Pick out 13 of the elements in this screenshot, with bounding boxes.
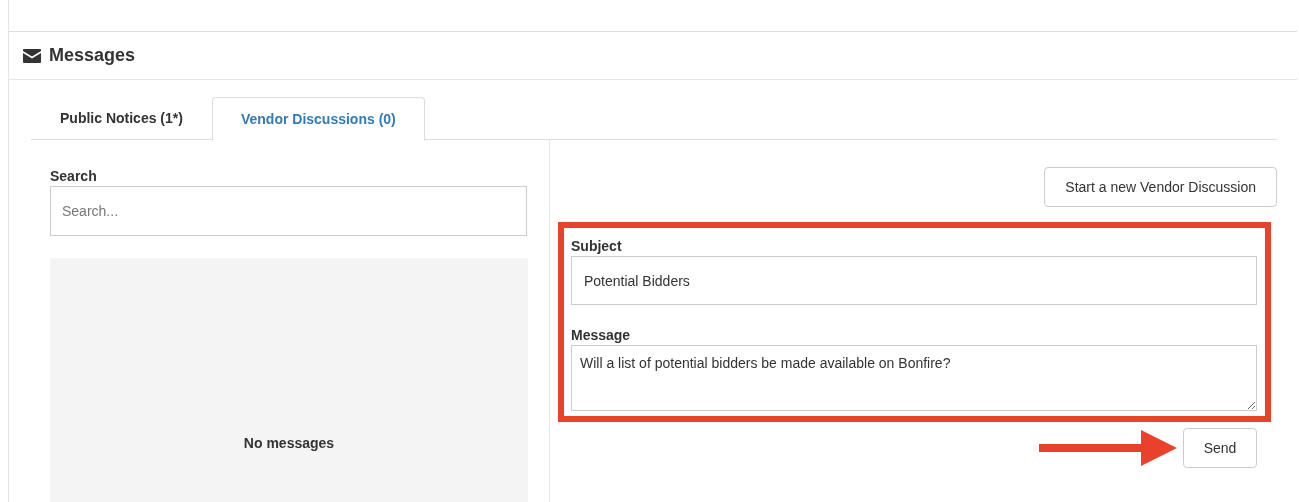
envelope-icon bbox=[23, 48, 41, 63]
panel-title: Messages bbox=[49, 44, 136, 67]
message-label: Message bbox=[571, 327, 632, 343]
new-discussion-button[interactable]: Start a new Vendor Discussion bbox=[1044, 167, 1277, 207]
message-field[interactable]: Will a list of potential bidders be made available on Bonfire? bbox=[571, 345, 1257, 411]
subject-label: Subject bbox=[571, 238, 623, 254]
subject-field[interactable]: Potential Bidders bbox=[571, 256, 1257, 305]
tab[interactable]: Public Notices (1*) bbox=[31, 97, 212, 140]
tab[interactable]: Vendor Discussions (0) bbox=[211, 97, 425, 141]
empty-message-text: No messages bbox=[243, 433, 335, 453]
search-field[interactable]: Search... bbox=[50, 186, 527, 236]
search-label: Search bbox=[50, 168, 98, 184]
send-button[interactable]: Send bbox=[1183, 428, 1257, 468]
